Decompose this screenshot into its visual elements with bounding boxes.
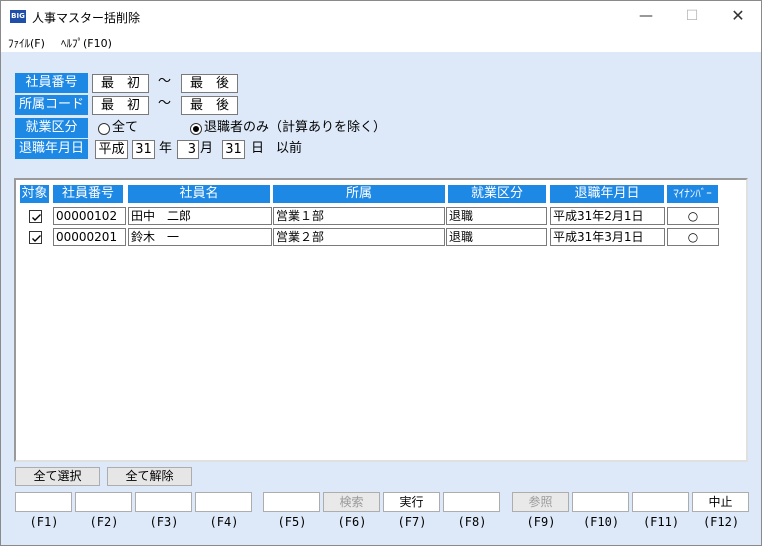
maximize-button[interactable]: ☐ [669, 1, 715, 32]
month-unit: 月 [200, 141, 214, 156]
row-select-checkbox[interactable] [29, 210, 42, 223]
f3-button[interactable] [135, 492, 192, 512]
f5-button[interactable] [263, 492, 320, 512]
cell-dept: 営業２部 [273, 228, 445, 246]
radio-retired-only[interactable] [190, 123, 202, 135]
menu-bar: ﾌｧｲﾙ(F) ﾍﾙﾌﾟ(F10) [1, 32, 761, 52]
day-unit: 日 [251, 141, 265, 156]
day-field[interactable]: 31 [222, 140, 245, 159]
range-tilde: ～ [158, 74, 172, 89]
cancel-button[interactable]: 中止 [692, 492, 749, 512]
deselect-all-button[interactable]: 全て解除 [107, 467, 192, 486]
fkey-label: (F11) [642, 515, 680, 529]
col-header-retire-date: 退職年月日 [550, 185, 664, 203]
title-bar: BIG 人事マスター括削除 — ☐ ✕ [1, 1, 761, 32]
fkey-label: (F1) [29, 515, 59, 529]
f1-button[interactable] [15, 492, 72, 512]
era-field[interactable]: 平成 [95, 140, 128, 159]
employee-table: 対象 社員番号 社員名 所属 就業区分 退職年月日 ﾏｲﾅﾝﾊﾞｰ 000001… [14, 178, 748, 462]
close-button[interactable]: ✕ [715, 1, 761, 32]
work-category-label: 就業区分 [15, 118, 88, 138]
cell-dept: 営業１部 [273, 207, 445, 225]
app-logo-icon: BIG [10, 10, 26, 23]
radio-all-label: 全て [112, 120, 139, 135]
emp-no-label: 社員番号 [15, 73, 88, 93]
fkey-label: (F2) [89, 515, 119, 529]
fkey-label: (F8) [457, 515, 487, 529]
emp-no-from-field[interactable]: 最 初 [92, 74, 149, 93]
year-unit: 年 [159, 141, 173, 156]
fkey-label: (F6) [337, 515, 367, 529]
dept-from-field[interactable]: 最 初 [92, 96, 149, 115]
menu-help[interactable]: ﾍﾙﾌﾟ(F10) [61, 35, 112, 51]
f2-button[interactable] [75, 492, 132, 512]
f10-button[interactable] [572, 492, 629, 512]
fkey-label: (F7) [397, 515, 427, 529]
cell-mynumber: ○ [667, 207, 719, 225]
select-all-button[interactable]: 全て選択 [15, 467, 100, 486]
fkey-label: (F10) [582, 515, 620, 529]
reference-button[interactable]: 参照 [512, 492, 569, 512]
before-label: 以前 [276, 141, 303, 156]
col-header-dept: 所属 [273, 185, 445, 203]
emp-no-to-field[interactable]: 最 後 [181, 74, 238, 93]
year-field[interactable]: 31 [132, 140, 155, 159]
minimize-button[interactable]: — [623, 1, 669, 32]
col-header-mynumber: ﾏｲﾅﾝﾊﾞｰ [667, 185, 718, 203]
col-header-target: 対象 [20, 185, 49, 203]
cell-name: 田中 二郎 [128, 207, 272, 225]
app-window: BIG 人事マスター括削除 — ☐ ✕ ﾌｧｲﾙ(F) ﾍﾙﾌﾟ(F10) 社員… [0, 0, 762, 546]
col-header-emp-no: 社員番号 [53, 185, 123, 203]
cell-emp-no: 00000201 [53, 228, 126, 246]
execute-button[interactable]: 実行 [383, 492, 440, 512]
cell-mynumber: ○ [667, 228, 719, 246]
menu-file[interactable]: ﾌｧｲﾙ(F) [8, 35, 45, 51]
col-header-name: 社員名 [128, 185, 270, 203]
search-button[interactable]: 検索 [323, 492, 380, 512]
cell-name: 鈴木 一 [128, 228, 272, 246]
month-field[interactable]: 3 [177, 140, 199, 159]
radio-all[interactable] [98, 123, 110, 135]
fkey-label: (F12) [702, 515, 740, 529]
dept-to-field[interactable]: 最 後 [181, 96, 238, 115]
f4-button[interactable] [195, 492, 252, 512]
cell-retire-date: 平成31年2月1日 [550, 207, 665, 225]
cell-work: 退職 [446, 228, 547, 246]
f11-button[interactable] [632, 492, 689, 512]
window-title: 人事マスター括削除 [32, 11, 141, 25]
col-header-work: 就業区分 [448, 185, 546, 203]
fkey-label: (F9) [526, 515, 556, 529]
cell-emp-no: 00000102 [53, 207, 126, 225]
retire-date-label: 退職年月日 [15, 139, 88, 159]
cell-work: 退職 [446, 207, 547, 225]
fkey-label: (F3) [149, 515, 179, 529]
fkey-label: (F4) [209, 515, 239, 529]
range-tilde: ～ [158, 96, 172, 111]
dept-code-label: 所属コード [15, 95, 88, 115]
fkey-label: (F5) [277, 515, 307, 529]
row-select-checkbox[interactable] [29, 231, 42, 244]
f8-button[interactable] [443, 492, 500, 512]
cell-retire-date: 平成31年3月1日 [550, 228, 665, 246]
radio-retired-label: 退職者のみ（計算ありを除く） [204, 120, 387, 135]
